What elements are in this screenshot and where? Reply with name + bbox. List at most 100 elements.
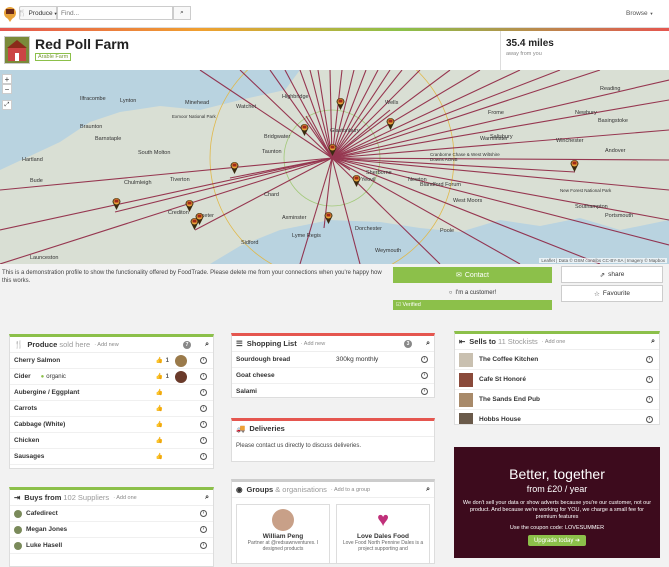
produce-row[interactable]: Carrots 👍 ›: [10, 401, 213, 417]
map-pin-icon[interactable]: [570, 159, 579, 172]
map-place-label: Chulmleigh: [124, 180, 152, 186]
upgrade-button[interactable]: Upgrade today ➔: [527, 535, 587, 546]
share-button[interactable]: ⇗ share: [561, 266, 663, 283]
arrow-right-icon[interactable]: ›: [646, 356, 653, 363]
arrow-right-icon[interactable]: ›: [200, 405, 207, 412]
map-attribution: Leaflet | Data © OSM contribs CC-BY-SA |…: [539, 258, 667, 263]
arrow-right-icon[interactable]: ›: [200, 542, 207, 549]
supplier-row[interactable]: Luke Hasell ›: [10, 538, 213, 554]
group-card[interactable]: ♥ Love Dales Food Love Food North Pennin…: [336, 504, 430, 564]
stockist-row[interactable]: Cafe St Honoré ›: [455, 370, 659, 390]
map-pin-icon[interactable]: [328, 143, 337, 156]
arrow-right-icon[interactable]: ›: [200, 389, 207, 396]
arrow-right-icon[interactable]: ›: [421, 372, 428, 379]
map-pin-icon[interactable]: [112, 197, 121, 210]
map-place-label: Basingstoke: [598, 118, 628, 124]
supply-route-line: [331, 70, 561, 159]
farm-avatar: [4, 36, 30, 64]
thumbs-up-icon[interactable]: 👍: [156, 437, 163, 444]
sign-out-icon: ⇤: [459, 337, 466, 346]
thumbs-up-icon[interactable]: 👍: [156, 389, 163, 396]
add-supplier-link[interactable]: · Add one: [113, 495, 137, 501]
produce-row[interactable]: Cider ● organic 👍 1 ›: [10, 369, 213, 385]
map-pin-icon[interactable]: [386, 117, 395, 130]
buys-count: 102: [63, 493, 76, 502]
thumbs-up-icon[interactable]: 👍: [156, 373, 163, 380]
map-pin-icon[interactable]: [336, 97, 345, 110]
search-button[interactable]: ⌕: [173, 6, 191, 20]
search-icon[interactable]: ⌕: [426, 486, 430, 494]
stockist-row[interactable]: Hobbs House ›: [455, 410, 659, 424]
search-icon[interactable]: ⌕: [205, 341, 209, 349]
contact-button[interactable]: ✉ Contact: [393, 267, 552, 283]
arrow-right-icon[interactable]: ›: [200, 357, 207, 364]
supplier-name: Megan Jones: [26, 526, 68, 533]
add-stockist-link[interactable]: · Add one: [542, 339, 566, 345]
search-input[interactable]: [57, 6, 173, 20]
foodtrade-logo-icon[interactable]: [3, 6, 17, 22]
produce-row[interactable]: Cabbage (White) 👍 ›: [10, 417, 213, 433]
map-pin-icon[interactable]: [300, 123, 309, 136]
map-place-label: Bridgwater: [264, 134, 291, 140]
search-icon[interactable]: ⌕: [205, 494, 209, 502]
favourite-label: Favourite: [602, 290, 630, 297]
favourite-button[interactable]: ☆ Favourite: [561, 285, 663, 302]
thumbs-up-icon[interactable]: 👍: [156, 405, 163, 412]
map-pin-icon[interactable]: [230, 161, 239, 174]
map-place-label: New Forest National Park: [560, 188, 612, 193]
arrow-right-icon[interactable]: ›: [200, 437, 207, 444]
shopping-row[interactable]: Salami ›: [232, 384, 434, 400]
thumbs-up-icon[interactable]: 👍: [156, 453, 163, 460]
produce-row[interactable]: Chicken 👍 ›: [10, 433, 213, 449]
arrow-right-icon[interactable]: ›: [646, 416, 653, 423]
shopping-row[interactable]: Sourdough bread 300kg monthly ›: [232, 352, 434, 368]
search-icon[interactable]: ⌕: [426, 340, 430, 348]
map-place-label: Weymouth: [375, 248, 402, 254]
fullscreen-button[interactable]: ⤢: [2, 100, 12, 110]
distance-value: 35.4 miles: [506, 38, 554, 49]
produce-row[interactable]: Aubergine / Eggplant 👍 ›: [10, 385, 213, 401]
map-pin-icon[interactable]: [190, 217, 199, 230]
map-place-label: Glastonbury: [330, 128, 360, 134]
like-count: 1: [165, 357, 169, 364]
map-place-label: Cranborne Chase & West Wiltshire Downs A…: [430, 152, 500, 162]
arrow-right-icon[interactable]: ›: [200, 510, 207, 517]
map-pin-icon[interactable]: [352, 174, 361, 187]
arrow-right-icon[interactable]: ›: [646, 396, 653, 403]
map-pin-icon[interactable]: [324, 211, 333, 224]
add-shopping-link[interactable]: · Add new: [301, 341, 325, 347]
arrow-right-icon[interactable]: ›: [200, 373, 207, 380]
map-place-label: Salisbury: [490, 134, 513, 140]
thumbs-up-icon[interactable]: 👍: [156, 421, 163, 428]
distance-caption: away from you: [506, 51, 542, 57]
shopping-row[interactable]: Goat cheese ›: [232, 368, 434, 384]
search-icon[interactable]: ⌕: [651, 338, 655, 346]
map-pin-icon[interactable]: [185, 199, 194, 212]
stockist-thumbnail: [459, 352, 473, 367]
supplier-row[interactable]: Megan Jones ›: [10, 522, 213, 538]
produce-dropdown[interactable]: 🍴 Produce ▼: [18, 6, 58, 20]
produce-row[interactable]: Sausages 👍 ›: [10, 449, 213, 465]
arrow-right-icon[interactable]: ›: [421, 388, 428, 395]
group-card[interactable]: William Peng Partner at @redsawnventures…: [236, 504, 330, 564]
thumbs-up-icon[interactable]: 👍: [156, 357, 163, 364]
add-produce-link[interactable]: · Add new: [94, 342, 118, 348]
stockist-thumbnail: [459, 372, 473, 387]
arrow-right-icon[interactable]: ›: [200, 453, 207, 460]
supplier-row[interactable]: Cafedirect ›: [10, 506, 213, 522]
supplier-map[interactable]: Ilfracombe Lynton Minehead Watchet Bridgwate…: [0, 70, 669, 264]
customer-toggle[interactable]: ○ I'm a customer!: [393, 286, 552, 299]
add-group-link[interactable]: · Add to a group: [331, 487, 370, 493]
arrow-right-icon[interactable]: ›: [646, 376, 653, 383]
stockist-row[interactable]: The Sands End Pub ›: [455, 390, 659, 410]
arrow-right-icon[interactable]: ›: [421, 356, 428, 363]
contact-label: Contact: [464, 271, 489, 279]
produce-row[interactable]: Cherry Salmon 👍 1 ›: [10, 353, 213, 369]
arrow-right-icon[interactable]: ›: [200, 526, 207, 533]
zoom-in-button[interactable]: +: [2, 74, 12, 84]
buys-panel: ⇥ Buys from 102 Suppliers · Add one ⌕ Ca…: [9, 487, 214, 567]
zoom-out-button[interactable]: −: [2, 84, 12, 94]
browse-menu[interactable]: Browse ▼: [626, 10, 653, 17]
stockist-row[interactable]: The Coffee Kitchen ›: [455, 350, 659, 370]
arrow-right-icon[interactable]: ›: [200, 421, 207, 428]
